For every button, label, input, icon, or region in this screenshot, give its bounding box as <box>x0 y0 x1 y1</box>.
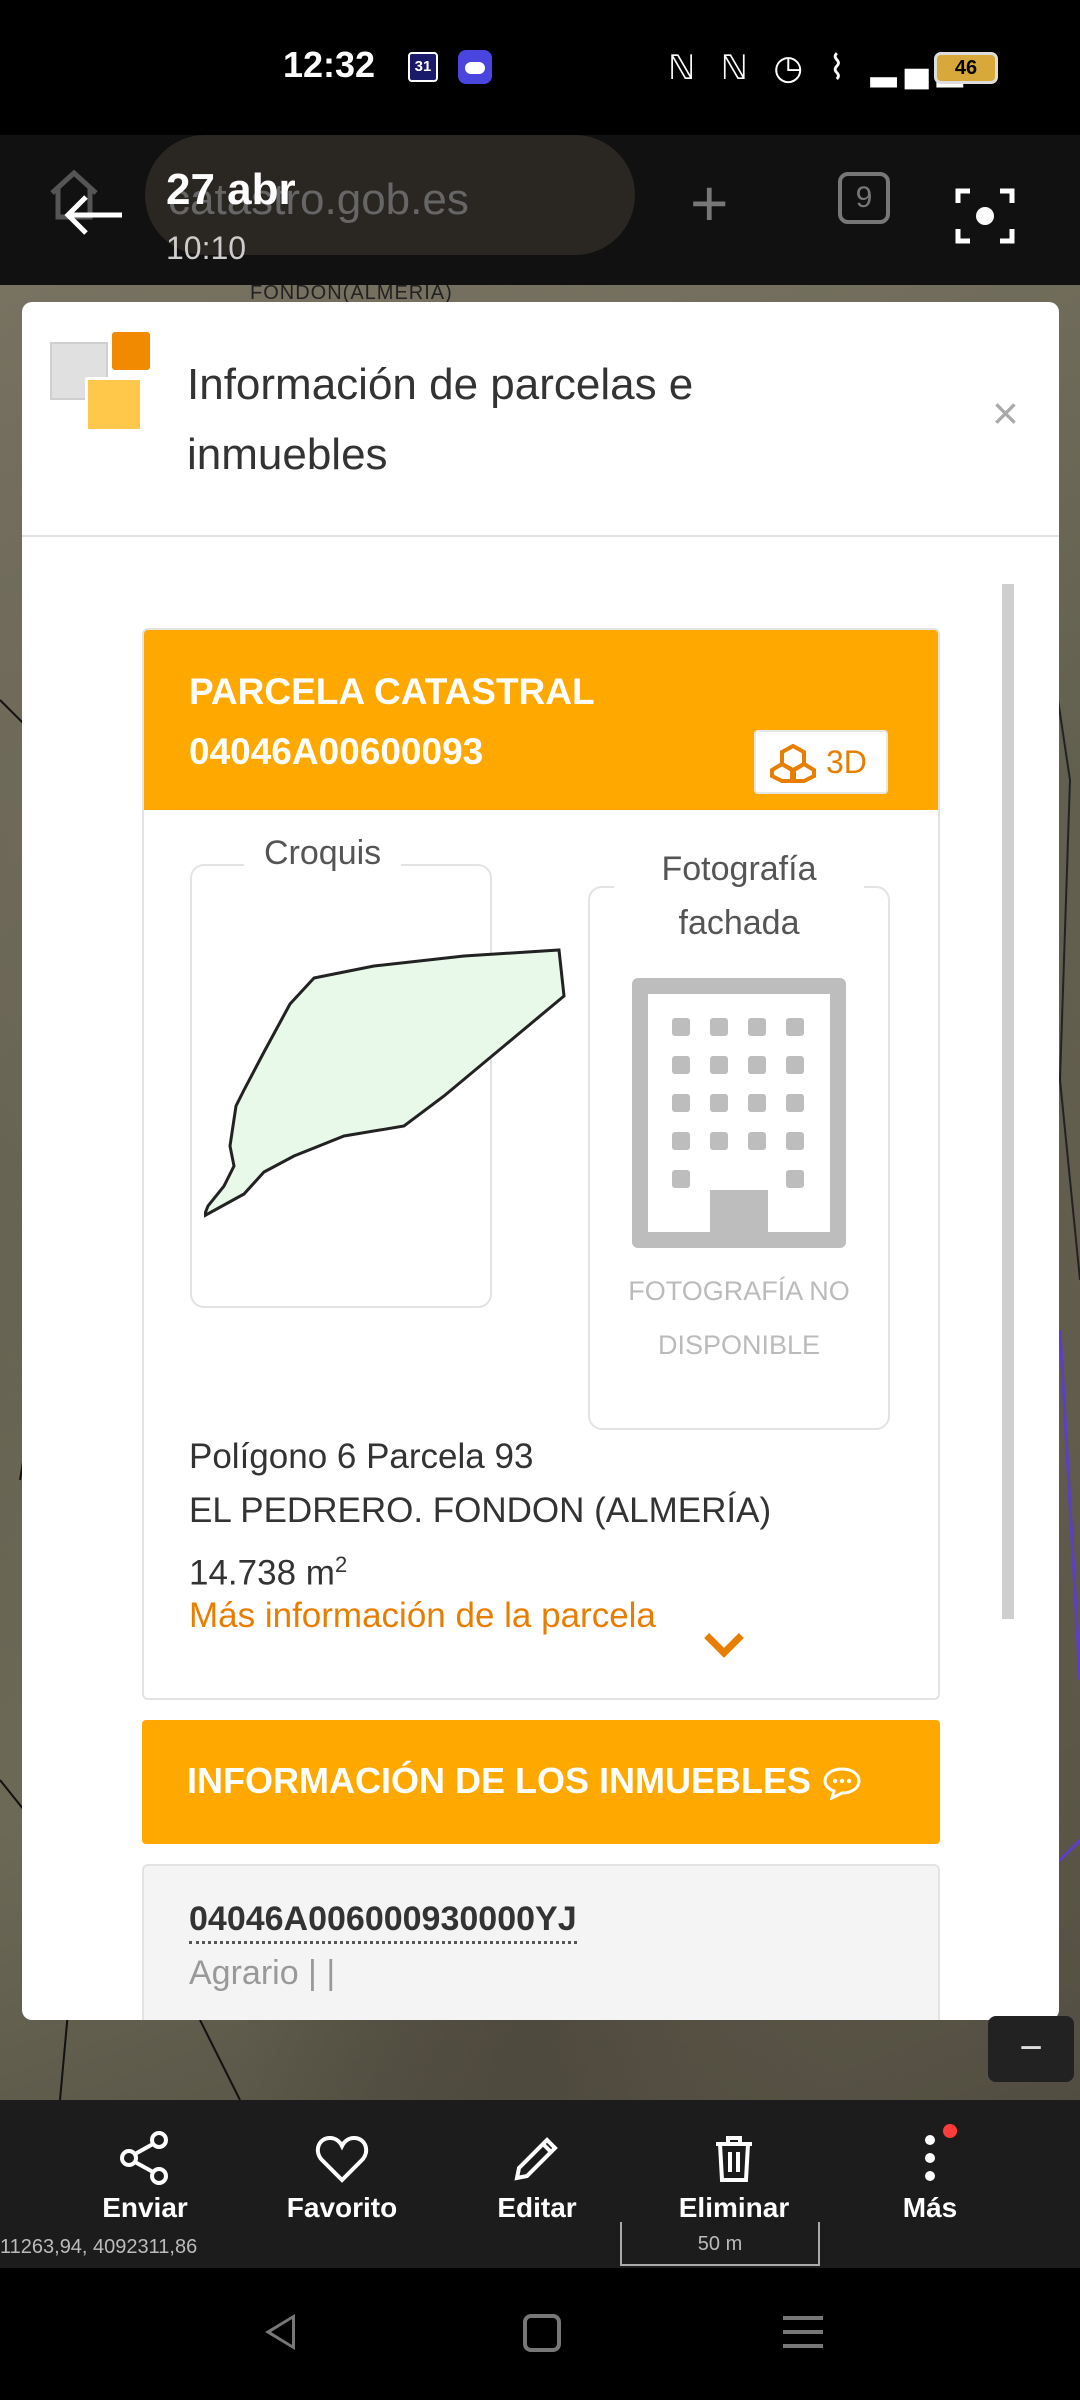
inmueble-reference-link[interactable]: 04046A006000930000YJ <box>189 1900 577 1944</box>
comment-icon[interactable] <box>822 1766 862 1800</box>
send-button[interactable]: Enviar <box>70 2130 220 2224</box>
map-scale: 50 m <box>620 2222 820 2266</box>
battery-indicator: 46 <box>934 52 998 84</box>
browser-toolbar: catastro.gob.es 27 abr 10:10 + 9 <box>0 135 1080 285</box>
zoom-out-button[interactable]: − <box>988 2016 1074 2082</box>
back-arrow-icon[interactable] <box>62 190 126 240</box>
status-bar: 12:32 31 ℕ ℕ ◷ ⌇ ▂▄▆ 46 <box>0 0 1080 135</box>
share-icon <box>120 2131 168 2185</box>
send-label: Enviar <box>102 2192 188 2223</box>
croquis-label: Croquis <box>244 834 402 873</box>
new-tab-icon[interactable]: + <box>690 165 729 241</box>
nav-back-icon[interactable] <box>265 2314 295 2350</box>
more-label: Más <box>902 2192 958 2223</box>
notification-dot <box>943 2124 957 2138</box>
scrollbar[interactable] <box>1002 584 1014 1619</box>
photo-unavailable-text: FOTOGRAFÍA NO DISPONIBLE <box>628 1276 850 1360</box>
system-nav-bar <box>0 2268 1080 2400</box>
modal-title: Información de parcelas e inmuebles <box>187 360 694 479</box>
photo-label: Fotografía fachada <box>614 842 864 950</box>
edit-label: Editar <box>497 2192 577 2223</box>
favorite-button[interactable]: Favorito <box>267 2130 417 2224</box>
cubes-icon <box>770 744 816 783</box>
inmueble-card[interactable]: 04046A006000930000YJ Agrario | | <box>142 1864 940 2020</box>
more-button[interactable]: Más <box>855 2124 1005 2224</box>
lens-icon[interactable] <box>954 185 1016 247</box>
delete-label: Eliminar <box>678 2192 790 2223</box>
more-info-link[interactable]: Más información de la parcela <box>189 1596 656 1636</box>
map-coordinates: 11263,94, 4092311,86 <box>0 2236 198 2258</box>
chevron-down-icon[interactable] <box>704 1618 744 1658</box>
delete-button[interactable]: Eliminar <box>659 2130 809 2224</box>
parcel-heading: PARCELA CATASTRAL 04046A00600093 <box>189 671 594 772</box>
status-time: 12:32 <box>283 44 376 85</box>
view-3d-button[interactable]: 3D <box>754 730 888 794</box>
status-icons: ℕ ℕ ◷ ⌇ ▂▄▆ <box>668 49 971 87</box>
edit-button[interactable]: Editar <box>462 2130 612 2224</box>
favorite-label: Favorito <box>286 2192 398 2223</box>
modal-header: Información de parcelas e inmuebles × <box>22 302 1059 537</box>
catastro-logo <box>50 330 160 440</box>
nav-recents-icon[interactable] <box>783 2316 823 2358</box>
inmueble-use: Agrario | | <box>189 1954 336 1992</box>
inmuebles-title: INFORMACIÓN DE LOS INMUEBLES <box>187 1760 812 1801</box>
date-label: 27 abr <box>166 165 296 214</box>
parcel-area: 14.738 m2 <box>189 1552 348 1593</box>
building-icon <box>632 978 846 1248</box>
parcel-info-modal: Información de parcelas e inmuebles × PA… <box>22 302 1059 2020</box>
nav-home-icon[interactable] <box>523 2314 561 2352</box>
tabs-count-button[interactable]: 9 <box>838 172 890 224</box>
parcel-panel: PARCELA CATASTRAL 04046A00600093 3D Croq… <box>142 628 940 1700</box>
calendar-icon: 31 <box>408 52 438 82</box>
pencil-icon <box>514 2137 558 2181</box>
parcel-header: PARCELA CATASTRAL 04046A00600093 3D <box>144 630 938 810</box>
trash-icon <box>716 2136 752 2182</box>
more-vertical-icon <box>925 2135 935 2181</box>
view-3d-label: 3D <box>826 744 867 780</box>
parcel-location: EL PEDRERO. FONDON (ALMERÍA) <box>189 1491 772 1530</box>
parcel-details: Polígono 6 Parcela 93 EL PEDRERO. FONDON… <box>189 1430 771 1601</box>
heart-icon <box>315 2135 369 2183</box>
inmuebles-header[interactable]: INFORMACIÓN DE LOS INMUEBLES <box>142 1720 940 1844</box>
time-label: 10:10 <box>166 230 247 266</box>
parcel-sketch[interactable] <box>204 946 584 1266</box>
close-icon[interactable]: × <box>992 390 1019 436</box>
weather-icon <box>458 50 492 84</box>
parcel-polygon: Polígono 6 Parcela 93 <box>189 1437 534 1476</box>
